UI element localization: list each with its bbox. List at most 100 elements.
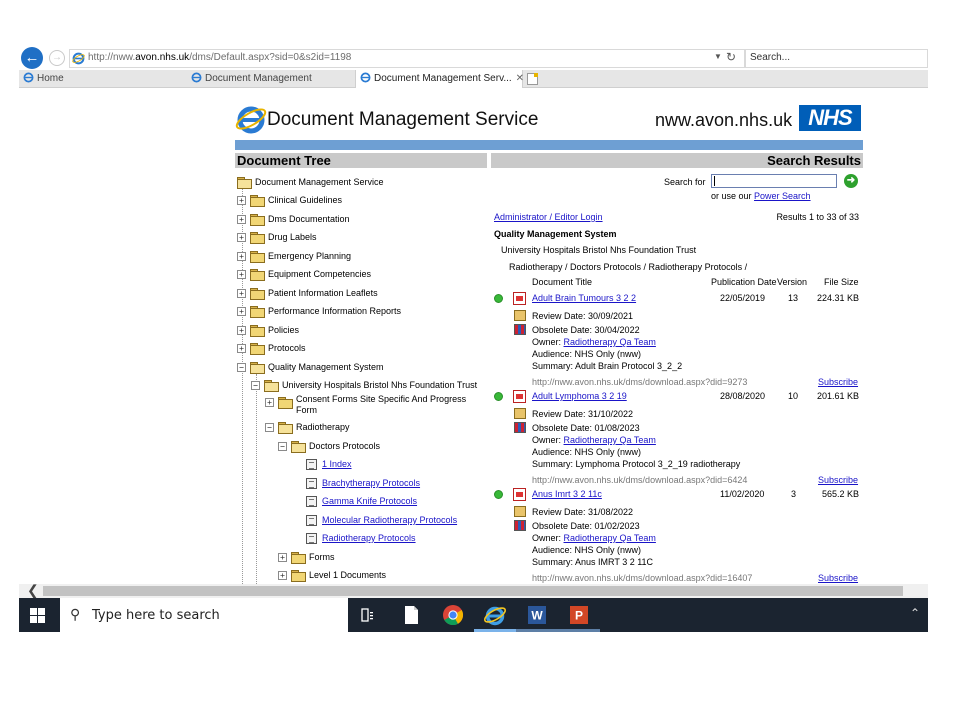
result-title-link[interactable]: Anus Imrt 3 2 11c [532,489,602,499]
result-size: 224.31 KB [817,293,860,303]
chrome-icon[interactable] [441,603,465,627]
tree-doc-index[interactable]: 1 Index [306,456,352,472]
folder-icon [250,251,265,263]
status-dot-icon [494,294,503,303]
result-title-link[interactable]: Adult Brain Tumours 3 2 2 [532,293,636,303]
result-version: 3 [791,489,797,499]
search-results-heading: Search Results [491,153,863,168]
collapse-icon[interactable]: − [251,380,260,390]
refresh-icon[interactable]: ↻ [726,50,736,64]
tree-item-policies[interactable]: + Policies [237,322,299,338]
collapse-icon[interactable]: − [265,422,274,432]
tree-root[interactable]: Document Management Service [237,174,384,190]
power-search-link[interactable]: Power Search [754,191,811,201]
collapse-icon[interactable]: − [237,362,246,372]
tree-item-trust[interactable]: − University Hospitals Bristol Nhs Founda… [251,377,477,393]
subscribe-link[interactable]: Subscribe [818,377,858,387]
internet-explorer-icon [360,72,371,83]
expand-icon[interactable]: + [265,398,274,407]
document-search-input[interactable] [711,174,837,188]
site-title: Document Management Service [267,109,539,130]
tree-doc-radiotherapy-protocols[interactable]: Radiotherapy Protocols [306,530,416,546]
subscribe-link[interactable]: Subscribe [818,573,858,583]
expand-icon[interactable]: + [237,195,246,205]
tree-item-consent-forms[interactable]: + Consent Forms Site Specific And Progres… [265,394,471,420]
task-view-icon[interactable] [357,603,381,627]
admin-login-link[interactable]: Administrator / Editor Login [494,212,603,222]
internet-explorer-icon [72,52,85,65]
tree-doc-brachytherapy[interactable]: Brachytherapy Protocols [306,475,420,491]
windows-start-icon[interactable] [30,608,45,623]
expand-icon[interactable]: + [237,269,246,279]
expand-icon[interactable]: + [237,251,246,261]
address-dropdown-icon[interactable]: ▼ [714,52,722,61]
tree-doc-molecular-radiotherapy[interactable]: Molecular Radiotherapy Protocols [306,512,457,528]
folder-icon [250,325,265,337]
back-button[interactable]: ← [21,47,43,69]
tab-document-management-service[interactable]: Document Management Serv... ✕ [355,70,524,88]
expand-icon[interactable]: + [237,288,246,298]
search-go-button[interactable]: ➜ [844,174,858,188]
expand-icon[interactable]: + [237,325,246,335]
powerpoint-icon[interactable]: P [567,603,591,627]
taskbar-search-box[interactable]: ⚲ Type here to search [60,598,348,632]
folder-icon [278,397,293,409]
file-icon[interactable] [399,603,423,627]
tree-doc-gamma-knife[interactable]: Gamma Knife Protocols [306,493,417,509]
word-icon[interactable]: W [525,603,549,627]
owner-link[interactable]: Radiotherapy Qa Team [564,435,656,445]
close-tab-icon[interactable]: ✕ [516,73,524,84]
subscribe-link[interactable]: Subscribe [818,475,858,485]
open-app-indicator [516,629,558,632]
horizontal-scrollbar[interactable]: ❮ [19,582,928,599]
result-summary: Summary: Anus IMRT 3 2 11C [532,557,654,567]
owner-link[interactable]: Radiotherapy Qa Team [564,337,656,347]
tree-item-clinical-guidelines[interactable]: + Clinical Guidelines [237,192,342,208]
result-audience: Audience: NHS Only (nww) [532,447,642,457]
expand-icon[interactable]: + [278,552,287,562]
tree-item-level-1-documents[interactable]: + Level 1 Documents [278,567,386,583]
tree-item-protocols[interactable]: + Protocols [237,340,306,356]
forward-button[interactable]: → [49,50,65,66]
search-label: Search for [664,177,706,187]
new-tab-button[interactable] [527,73,538,85]
result-review-date: Review Date: 30/09/2021 [532,311,634,321]
expand-icon[interactable]: + [237,343,246,353]
tree-item-dms-documentation[interactable]: + Dms Documentation [237,211,350,227]
tab-document-management[interactable]: Document Management [191,70,355,88]
tree-item-drug-labels[interactable]: + Drug Labels [237,229,317,245]
svg-text:P: P [575,609,583,623]
expand-icon[interactable]: + [237,306,246,316]
tree-item-equipment-competencies[interactable]: + Equipment Competencies [237,266,371,282]
tab-home[interactable]: Home [23,70,191,88]
tree-item-patient-information-leaflets[interactable]: + Patient Information Leaflets [237,285,378,301]
scrollbar-thumb[interactable] [43,586,903,596]
expand-icon[interactable]: + [237,214,246,224]
tree-item-forms[interactable]: + Forms [278,549,335,565]
taskbar-search-placeholder: Type here to search [92,608,220,623]
result-obsolete-date: Obsolete Date: 30/04/2022 [532,325,640,335]
address-bar[interactable]: http://nww.avon.nhs.uk/dms/Default.aspx?… [69,49,745,68]
tree-item-emergency-planning[interactable]: + Emergency Planning [237,248,351,264]
expand-icon[interactable]: + [237,232,246,242]
folder-open-icon [264,380,279,392]
result-date: 22/05/2019 [720,293,766,303]
expand-icon[interactable]: + [278,570,287,580]
folder-icon [250,214,265,226]
result-title-link[interactable]: Adult Lymphoma 3 2 19 [532,391,627,401]
owner-link[interactable]: Radiotherapy Qa Team [564,533,656,543]
result-review-date: Review Date: 31/10/2022 [532,409,634,419]
tree-item-doctors-protocols[interactable]: − Doctors Protocols [278,438,380,454]
result-audience: Audience: NHS Only (nww) [532,545,642,555]
show-hidden-icons-chevron-icon[interactable]: ⌃ [910,606,920,620]
scroll-left-icon[interactable]: ❮ [27,582,39,599]
tree-item-radiotherapy[interactable]: − Radiotherapy [265,419,350,435]
internet-explorer-icon[interactable] [483,603,507,627]
browser-search-input[interactable]: Search... [745,49,928,68]
result-obsolete-date: Obsolete Date: 01/08/2023 [532,423,640,433]
tree-item-performance-information-reports[interactable]: + Performance Information Reports [237,303,401,319]
obsolete-date-icon [514,520,526,531]
tree-item-quality-management-system[interactable]: − Quality Management System [237,359,384,375]
collapse-icon[interactable]: − [278,441,287,451]
folder-icon [291,570,306,582]
